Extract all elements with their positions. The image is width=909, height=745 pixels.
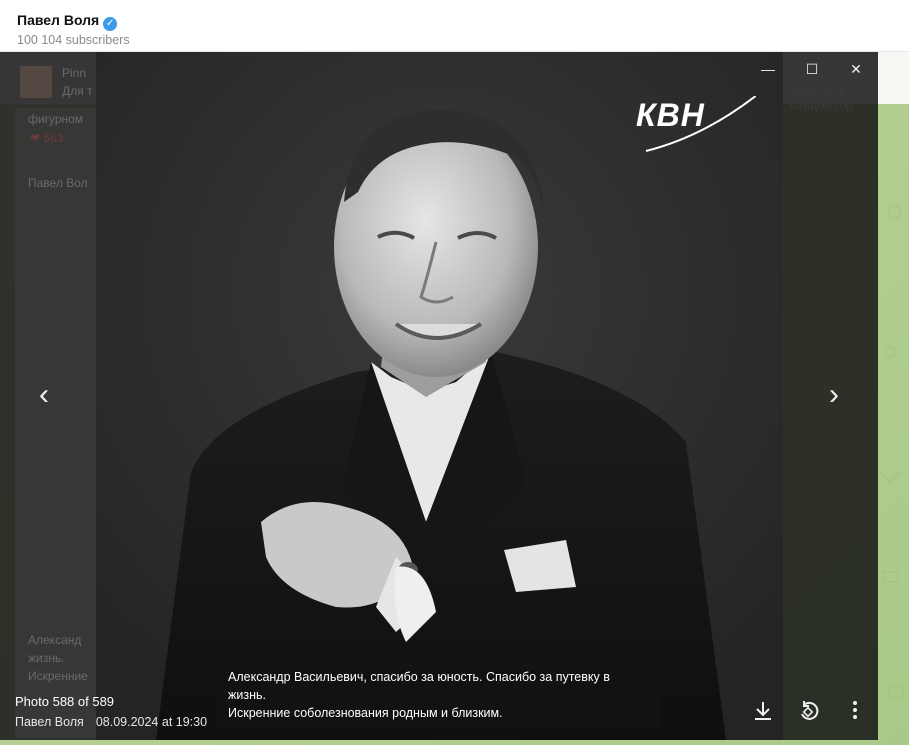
channel-title[interactable]: Павел Воля ✓ — [17, 12, 118, 31]
photo-date[interactable]: 08.09.2024 at 19:30 — [96, 715, 207, 729]
more-vertical-icon — [853, 701, 857, 719]
chat-header: Павел Воля ✓ 100 104 subscribers — [0, 0, 909, 52]
verified-icon: ✓ — [103, 17, 118, 31]
download-icon — [755, 702, 771, 720]
maximize-button[interactable]: ☐ — [796, 58, 828, 80]
sender-avatar — [20, 66, 52, 98]
ghost-sender: Pinn — [62, 66, 87, 80]
caption-line-1: Александр Васильевич, спасибо за юность.… — [228, 670, 610, 702]
caption-line-2: Искренние соболезнования родным и близки… — [228, 706, 503, 720]
rotate-icon — [801, 701, 819, 720]
photo-meta: Павел Воля 08.09.2024 at 19:30 — [15, 715, 207, 729]
kvn-logo: КВН — [636, 90, 763, 161]
next-photo-button[interactable]: › — [819, 378, 849, 412]
download-button[interactable] — [750, 700, 776, 724]
ghost-reaction-count: 563 — [43, 131, 64, 145]
photo-author[interactable]: Павел Воля — [15, 715, 84, 729]
kvn-logo-text: КВН — [636, 97, 705, 133]
chevron-right-icon: › — [829, 378, 839, 411]
close-button[interactable]: ✕ — [840, 58, 872, 80]
subscriber-count: 100 104 subscribers — [17, 33, 130, 47]
ghost-word: фигурном — [28, 112, 84, 126]
maximize-icon: ☐ — [805, 61, 819, 77]
photo[interactable]: КВН — [96, 52, 783, 740]
minimize-icon: — — [761, 61, 775, 77]
rotate-button[interactable] — [796, 700, 822, 724]
ghost-reaction: ❤ 563 — [30, 131, 63, 145]
more-options-button[interactable] — [842, 700, 868, 724]
ghost-snippet-right: есяц, но в каждом гор — [790, 84, 853, 112]
chevron-left-icon: ‹ — [39, 378, 49, 411]
photo-caption: Александр Васильевич, спасибо за юность.… — [217, 662, 661, 728]
ghost-line-1: Александ — [28, 633, 82, 647]
channel-name[interactable]: Павел Воля — [17, 12, 99, 28]
ghost-snippet-left: Для т — [62, 84, 93, 98]
photo-counter: Photo 588 of 589 — [15, 694, 115, 709]
heart-icon: ❤ — [30, 131, 41, 145]
previous-photo-button[interactable]: ‹ — [29, 378, 59, 412]
ghost-post-author: Павел Вол — [28, 176, 88, 190]
close-icon: ✕ — [850, 61, 862, 77]
ghost-line-3: Искренние — [28, 669, 88, 683]
ghost-line-2: жизнь. — [28, 651, 65, 665]
minimize-button[interactable]: — — [752, 58, 784, 80]
